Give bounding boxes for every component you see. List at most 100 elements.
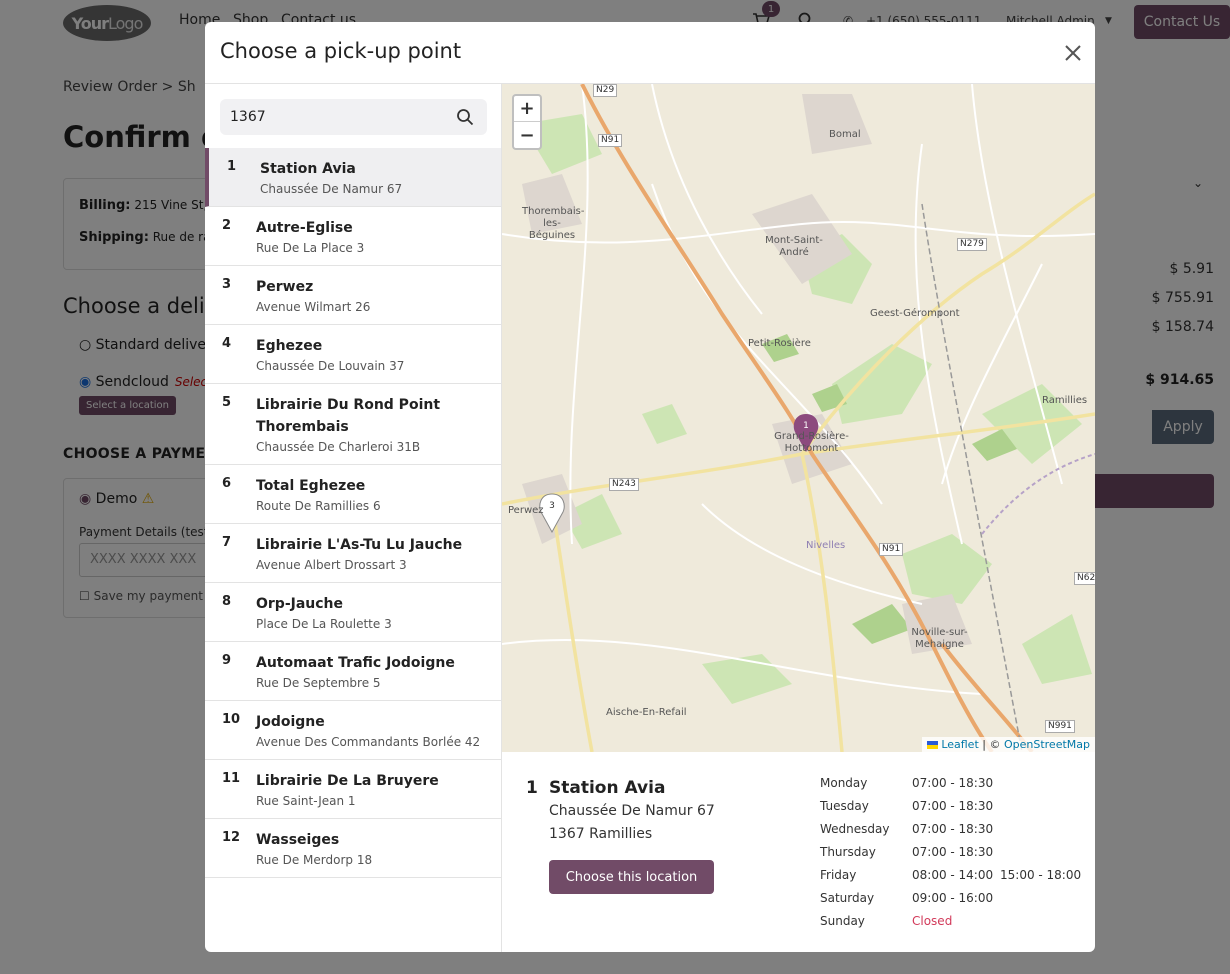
attribution-separator: | ©: [978, 738, 1004, 751]
selected-location-city: 1367 Ramillies: [549, 826, 653, 842]
road-label: N243: [609, 478, 639, 491]
leaflet-link[interactable]: Leaflet: [941, 738, 978, 751]
road-label: N624: [1074, 572, 1095, 585]
location-number: 2: [222, 218, 232, 233]
map-tiles: [502, 84, 1095, 752]
location-number: 1: [227, 159, 237, 174]
pickup-location-item[interactable]: 3 Perwez Avenue Wilmart 26: [205, 266, 501, 325]
pickup-location-item[interactable]: 1 Station Avia Chaussée De Namur 67: [205, 148, 501, 207]
map-marker-selected-label: 1: [803, 421, 809, 431]
hours-day: Friday: [820, 868, 857, 882]
location-name: Jodoigne: [256, 714, 325, 730]
location-address: Avenue Albert Drossart 3: [256, 558, 407, 572]
pickup-location-item[interactable]: 6 Total Eghezee Route De Ramillies 6: [205, 465, 501, 524]
hours-time: 07:00 - 18:30: [912, 776, 994, 790]
search-icon[interactable]: [456, 108, 474, 126]
location-details: 1 Station Avia Chaussée De Namur 67 1367…: [502, 752, 1095, 952]
road-label: N279: [957, 238, 987, 251]
location-name: Station Avia: [260, 161, 356, 177]
map-place-label: Nivelles: [806, 540, 846, 551]
location-address: Avenue Wilmart 26: [256, 300, 371, 314]
location-name: Autre-Eglise: [256, 220, 353, 236]
hours-row: Saturday 09:00 - 16:00: [820, 891, 1090, 914]
hours-row: Thursday 07:00 - 18:30: [820, 845, 1090, 868]
map-place-label: Bomal: [829, 129, 861, 140]
map-marker-label: 3: [549, 501, 555, 511]
location-number: 12: [222, 830, 241, 845]
hours-day: Tuesday: [820, 799, 869, 813]
location-address: Chaussée De Namur 67: [260, 182, 403, 196]
location-name: Perwez: [256, 279, 314, 295]
zoom-control: + −: [512, 94, 542, 150]
road-label: N91: [879, 543, 904, 556]
pickup-list-pane: 1 Station Avia Chaussée De Namur 67 2 Autre-…: [205, 84, 502, 952]
location-address: Chaussée De Charleroi 31B: [256, 440, 421, 454]
location-number: 7: [222, 535, 232, 550]
openstreetmap-link[interactable]: OpenStreetMap: [1004, 738, 1090, 751]
pickup-location-item[interactable]: 11 Librairie De La Bruyere Rue Saint-Jean …: [205, 760, 501, 819]
map-place-label: Perwez: [508, 505, 544, 516]
pickup-point-modal: Choose a pick-up point 1 Station Avia Chau…: [205, 22, 1095, 952]
pickup-location-item[interactable]: 5 Librairie Du Rond Point Thorembais Chaus…: [205, 384, 501, 465]
pickup-location-item[interactable]: 9 Automaat Trafic Jodoigne Rue De Septembr…: [205, 642, 501, 701]
hours-day: Wednesday: [820, 822, 890, 836]
hours-day: Monday: [820, 776, 868, 790]
map-place-label: Grand-Rosière-Hottomont: [774, 431, 849, 454]
pickup-location-item[interactable]: 2 Autre-Eglise Rue De La Place 3: [205, 207, 501, 266]
road-label: N91: [598, 134, 623, 147]
pickup-location-list: 1 Station Avia Chaussée De Namur 67 2 Autre-…: [205, 148, 501, 878]
map-attribution: Leaflet | © OpenStreetMap: [922, 737, 1095, 752]
choose-location-button[interactable]: Choose this location: [549, 860, 714, 894]
pickup-location-item[interactable]: 10 Jodoigne Avenue Des Commandants Borlée …: [205, 701, 501, 760]
selected-location-street: Chaussée De Namur 67: [549, 803, 715, 819]
zoom-out-button[interactable]: −: [514, 122, 540, 148]
pickup-location-item[interactable]: 12 Wasseiges Rue De Merdorp 18: [205, 819, 501, 878]
location-number: 11: [222, 771, 241, 786]
hours-time: 07:00 - 18:30: [912, 845, 994, 859]
hours-time: 08:00 - 14:00: [912, 868, 994, 882]
modal-title: Choose a pick-up point: [220, 39, 462, 63]
search-box: [220, 99, 487, 135]
hours-row: Monday 07:00 - 18:30: [820, 776, 1090, 799]
location-address: Avenue Des Commandants Borlée 42: [256, 735, 481, 749]
pickup-location-item[interactable]: 8 Orp-Jauche Place De La Roulette 3: [205, 583, 501, 642]
location-number: 6: [222, 476, 232, 491]
pickup-map[interactable]: 1 3 Bomal Thorembais-les-Béguines Mont-S…: [502, 84, 1095, 752]
map-place-label: Noville-sur-Mehaigne: [911, 627, 968, 650]
search-input[interactable]: [230, 99, 450, 135]
road-label: N29: [593, 84, 618, 97]
location-address: Rue De La Place 3: [256, 241, 365, 255]
location-number: 9: [222, 653, 232, 668]
hours-day: Thursday: [820, 845, 876, 859]
pickup-location-item[interactable]: 7 Librairie L'As-Tu Lu Jauche Avenue Alber…: [205, 524, 501, 583]
road-label: N991: [1045, 720, 1075, 733]
modal-header: Choose a pick-up point: [205, 22, 1095, 84]
hours-row: Friday 08:00 - 14:00 15:00 - 18:00: [820, 868, 1090, 891]
location-name: Librairie L'As-Tu Lu Jauche: [256, 537, 463, 553]
hours-day: Saturday: [820, 891, 875, 905]
pickup-location-item[interactable]: 4 Eghezee Chaussée De Louvain 37: [205, 325, 501, 384]
location-name: Automaat Trafic Jodoigne: [256, 655, 455, 671]
zoom-in-button[interactable]: +: [514, 96, 540, 122]
location-address: Rue Saint-Jean 1: [256, 794, 356, 808]
map-place-label: Mont-Saint-André: [765, 235, 823, 258]
location-address: Rue De Septembre 5: [256, 676, 381, 690]
selected-location-number: 1: [526, 778, 538, 798]
location-number: 4: [222, 336, 232, 351]
close-icon[interactable]: [1062, 42, 1084, 64]
hours-time-2: 15:00 - 18:00: [1000, 868, 1082, 882]
location-address: Place De La Roulette 3: [256, 617, 392, 631]
hours-row: Wednesday 07:00 - 18:30: [820, 822, 1090, 845]
hours-day: Sunday: [820, 914, 865, 928]
hours-time: 09:00 - 16:00: [912, 891, 994, 905]
map-place-label: Thorembais-les-Béguines: [522, 206, 585, 241]
location-name: Wasseiges: [256, 832, 340, 848]
opening-hours: Monday 07:00 - 18:30 Tuesday 07:00 - 18:30 W…: [820, 776, 1090, 937]
hours-time: Closed: [912, 914, 953, 928]
map-place-label: Aische-En-Refail: [606, 707, 687, 718]
map-place-label: Geest-Gérompont: [870, 308, 960, 319]
location-name: Librairie De La Bruyere: [256, 773, 439, 789]
location-address: Rue De Merdorp 18: [256, 853, 373, 867]
map-place-label: Petit-Rosière: [748, 338, 811, 349]
location-address: Route De Ramillies 6: [256, 499, 381, 513]
